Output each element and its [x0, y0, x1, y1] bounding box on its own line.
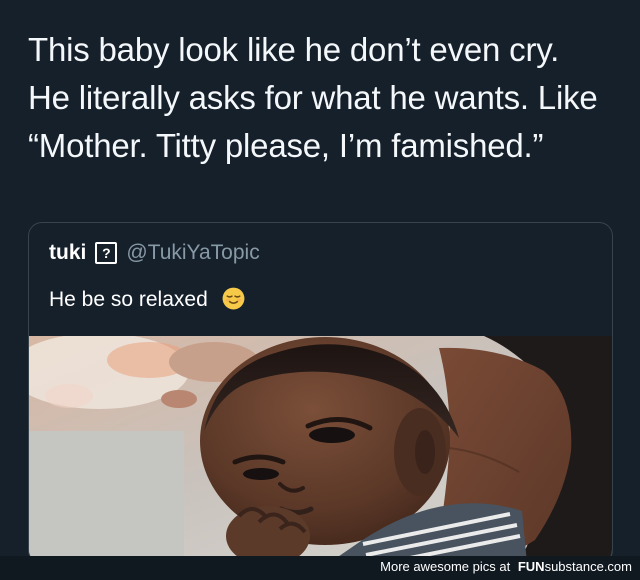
quoted-tweet-text: He be so relaxed [49, 286, 246, 312]
post-text-line-1: This baby look like he don’t even cry. [28, 31, 560, 68]
watermark-brand-strong: FUN [517, 559, 545, 574]
baby-photo[interactable] [29, 336, 612, 563]
watermark-brand-rest: substance.com [544, 559, 632, 574]
site-watermark-bar: More awesome pics at FUNsubstance.com [0, 556, 640, 580]
post-text-line-3: “Mother. Titty please, I’m famished.” [28, 127, 544, 164]
site-watermark-text: More awesome pics at FUNsubstance.com [380, 559, 632, 574]
post-text-line-2: He literally asks for what he wants. Lik… [28, 79, 598, 116]
quoted-tweet-author-name[interactable]: tuki [49, 241, 86, 265]
quoted-tweet-text-value: He be so relaxed [49, 288, 208, 311]
watermark-brand: FUNsubstance.com [518, 559, 632, 574]
relieved-face-icon [222, 287, 245, 310]
post-text: This baby look like he don’t even cry. H… [28, 26, 628, 170]
quoted-tweet-handle[interactable]: @TukiYaTopic [126, 241, 259, 265]
quoted-tweet-card[interactable]: tuki ? @TukiYaTopic He be so relaxed [28, 222, 613, 564]
quoted-tweet-header: tuki ? @TukiYaTopic [49, 241, 260, 265]
question-mark-icon: ? [95, 242, 118, 264]
watermark-label: More awesome pics at [380, 559, 511, 574]
